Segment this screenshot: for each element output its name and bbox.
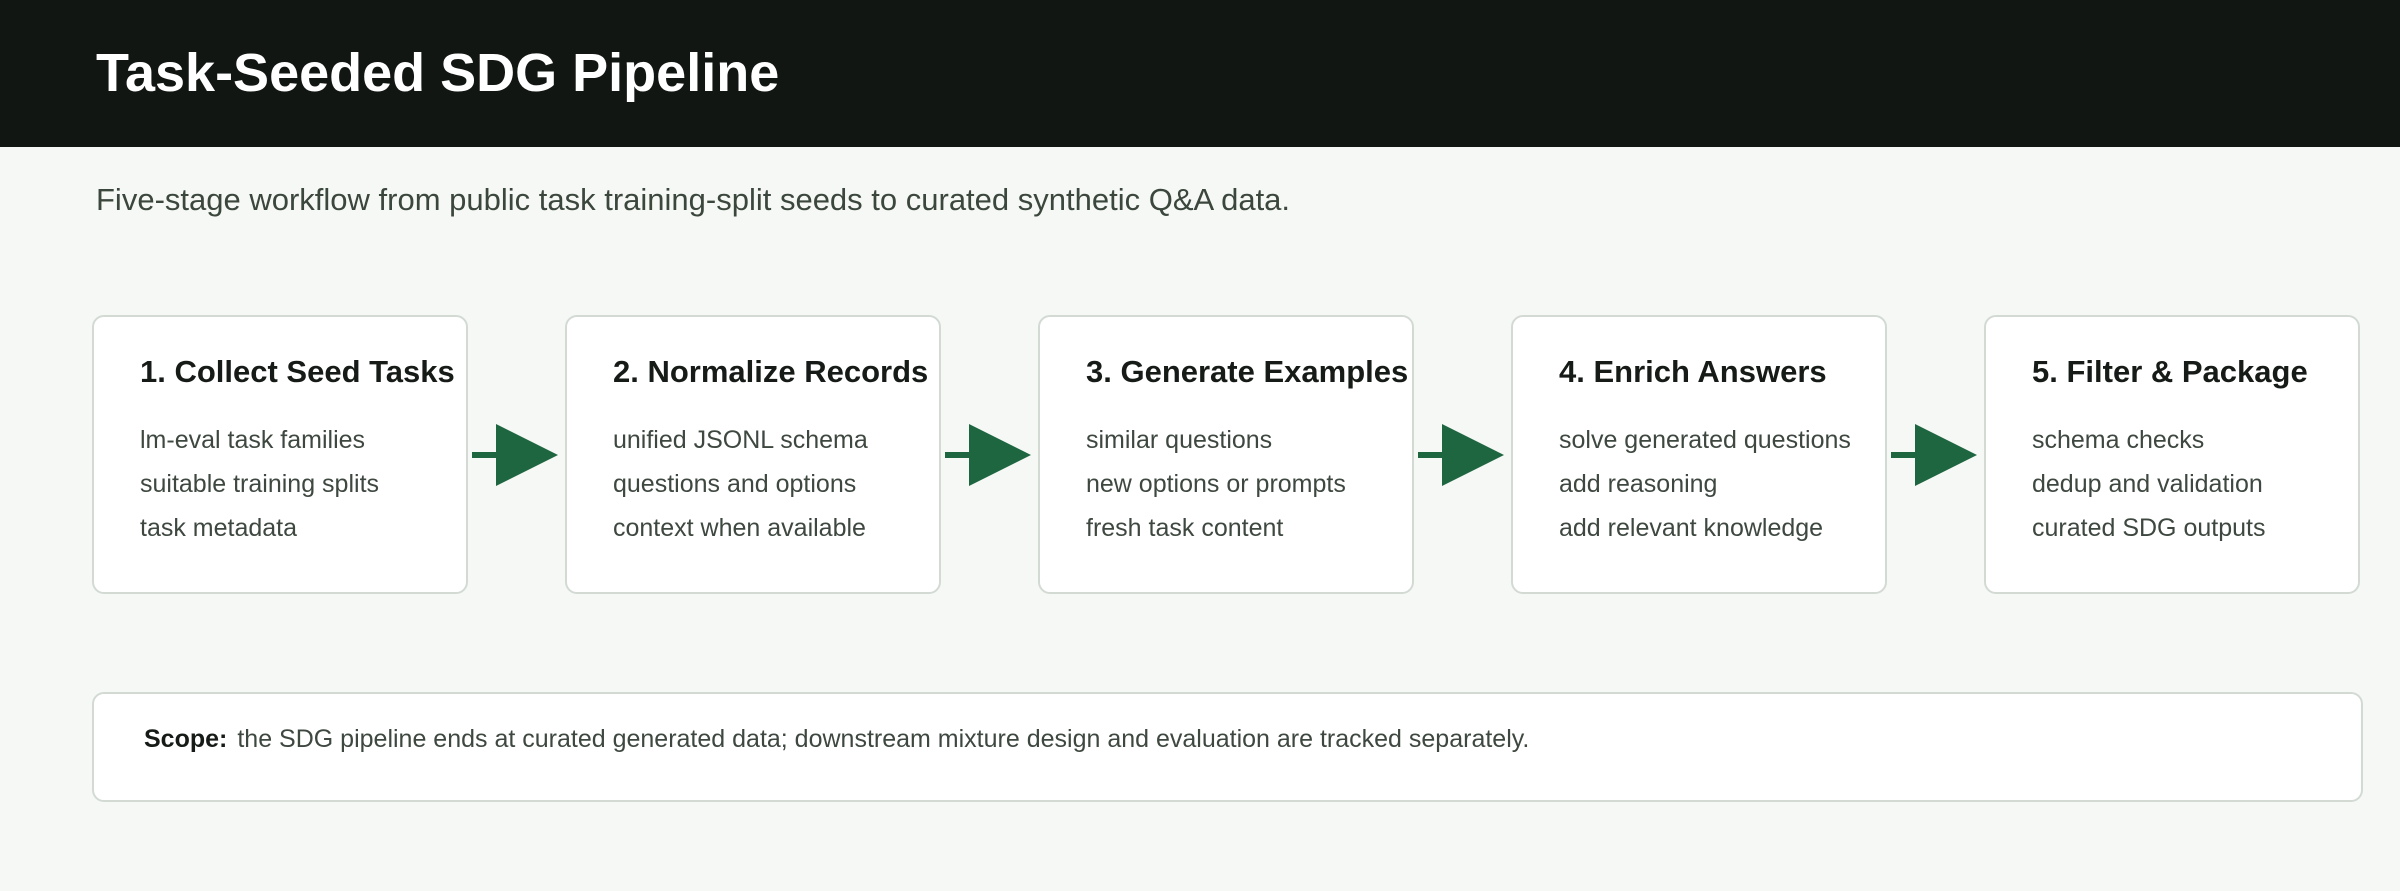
stage-title: 5. Filter & Package (2032, 354, 2308, 389)
flow-arrow-icon (472, 424, 558, 486)
stage-item: new options or prompts (1086, 470, 1346, 498)
stage-card-enrich-answers: 4. Enrich Answers solve generated questi… (1511, 315, 1887, 594)
stage-card-generate-examples: 3. Generate Examples similar questions n… (1038, 315, 1414, 594)
stage-item: unified JSONL schema (613, 426, 868, 454)
stage-item-list: solve generated questions add reasoning … (1559, 418, 1851, 550)
stage-item: questions and options (613, 470, 857, 498)
scope-description: the SDG pipeline ends at curated generat… (237, 725, 1530, 753)
flow-arrow-icon (945, 424, 1031, 486)
stage-item: curated SDG outputs (2032, 514, 2266, 542)
scope-label: Scope: (144, 725, 228, 753)
scope-note: Scope: the SDG pipeline ends at curated g… (92, 692, 2363, 802)
page-subtitle: Five-stage workflow from public task tra… (96, 182, 1291, 217)
stage-item: lm-eval task families (140, 426, 366, 454)
flow-arrow-icon (1418, 424, 1504, 486)
scope-text-line: Scope: the SDG pipeline ends at curated g… (144, 722, 1529, 756)
stage-title: 2. Normalize Records (613, 354, 929, 389)
flow-arrow-icon (1891, 424, 1977, 486)
stage-item-list: similar questions new options or prompts… (1086, 418, 1346, 550)
stage-title: 1. Collect Seed Tasks (140, 354, 455, 389)
stage-item: similar questions (1086, 426, 1273, 454)
stage-item-list: unified JSONL schema questions and optio… (613, 418, 868, 550)
stage-card-collect-seed-tasks: 1. Collect Seed Tasks lm-eval task famil… (92, 315, 468, 594)
stage-item-list: lm-eval task families suitable training … (140, 418, 379, 550)
stage-title: 4. Enrich Answers (1559, 354, 1827, 389)
stage-item: schema checks (2032, 426, 2205, 454)
header-bar: Task-Seeded SDG Pipeline (0, 0, 2400, 147)
stage-item: solve generated questions (1559, 426, 1851, 454)
stage-item: task metadata (140, 514, 298, 542)
stage-item-list: schema checks dedup and validation curat… (2032, 418, 2265, 550)
stage-item: add reasoning (1559, 470, 1718, 498)
stage-item: dedup and validation (2032, 470, 2263, 498)
stage-item: context when available (613, 514, 866, 542)
stage-item: fresh task content (1086, 514, 1284, 542)
stage-card-normalize-records: 2. Normalize Records unified JSONL schem… (565, 315, 941, 594)
stage-card-filter-package: 5. Filter & Package schema checks dedup … (1984, 315, 2360, 594)
stage-item: add relevant knowledge (1559, 514, 1824, 542)
page-title: Task-Seeded SDG Pipeline (96, 43, 780, 103)
stage-title: 3. Generate Examples (1086, 354, 1409, 389)
stage-item: suitable training splits (140, 470, 380, 498)
